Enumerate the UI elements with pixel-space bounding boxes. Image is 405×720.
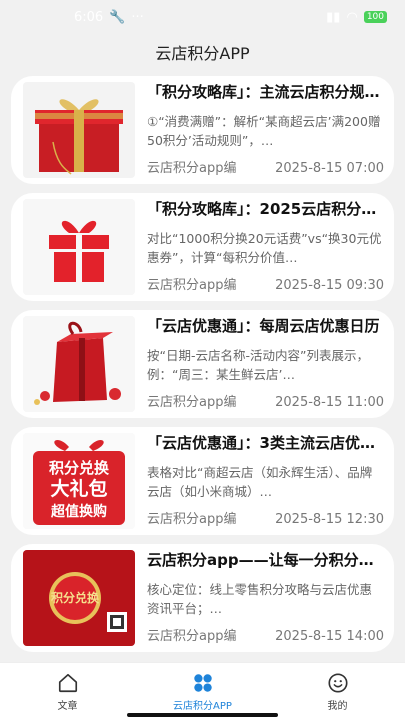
article-date: 2025-8-15 07:00 bbox=[275, 161, 384, 176]
article-title: 「积分攻略库」：2025云店积分兑换对比 bbox=[147, 200, 384, 218]
points-poster-image: 积分兑换 bbox=[23, 550, 135, 646]
tab-label: 云店积分APP bbox=[173, 700, 232, 712]
signal-icon: ▮▮ bbox=[326, 9, 341, 25]
article-card[interactable]: 「积分攻略库」：主流云店积分规则拆解 ①“消费满赠”：解析“某商超云店’满200… bbox=[11, 76, 394, 184]
article-title: 云店积分app——让每一分积分都有价值 bbox=[147, 551, 384, 569]
wrench-icon: 🔧 bbox=[109, 9, 126, 25]
article-author: 云店积分app编 bbox=[147, 161, 237, 176]
red-gift-bag-image bbox=[23, 316, 135, 412]
smile-icon bbox=[327, 672, 348, 693]
grid-icon bbox=[193, 673, 212, 692]
article-author: 云店积分app编 bbox=[147, 395, 237, 410]
tab-home-app[interactable]: 云店积分APP bbox=[135, 663, 270, 720]
article-desc: 表格对比“商超云店（如永辉生活）、品牌云店（如小米商城）… bbox=[147, 465, 373, 499]
article-desc: 对比“1000积分换20元话费”vs“换30元优惠券”，计算“每积分价值… bbox=[147, 231, 382, 265]
article-author: 云店积分app编 bbox=[147, 512, 237, 527]
tab-label: 我的 bbox=[327, 700, 348, 712]
article-author: 云店积分app编 bbox=[147, 629, 237, 644]
wifi-icon: ◠ bbox=[346, 9, 358, 25]
banner-line-2: 大礼包 bbox=[50, 477, 107, 500]
tab-articles[interactable]: 文章 bbox=[0, 663, 135, 720]
article-author: 云店积分app编 bbox=[147, 278, 237, 293]
tab-label: 文章 bbox=[57, 700, 78, 712]
article-desc: 核心定位：线上零售积分攻略与云店优惠资讯平台；… bbox=[147, 582, 373, 616]
article-card[interactable]: 积分兑换 大礼包 超值换购 「云店优惠通」：3类主流云店优惠对比 表格对比“商超… bbox=[11, 427, 394, 535]
points-exchange-banner: 积分兑换 大礼包 超值换购 bbox=[23, 433, 135, 529]
article-date: 2025-8-15 11:00 bbox=[275, 395, 384, 410]
article-title: 「积分攻略库」：主流云店积分规则拆解 bbox=[147, 83, 384, 101]
article-title: 「云店优惠通」：3类主流云店优惠对比 bbox=[147, 434, 384, 452]
more-dots-icon: ··· bbox=[131, 9, 144, 25]
status-time: 6:06 bbox=[74, 9, 104, 25]
gift-icon-image bbox=[23, 199, 135, 295]
article-desc: 按“日期-云店名称-活动内容”列表展示，例：“周三：某生鲜云店’… bbox=[147, 348, 369, 382]
article-card[interactable]: 「积分攻略库」：2025云店积分兑换对比 对比“1000积分换20元话费”vs“… bbox=[11, 193, 394, 301]
article-title: 「云店优惠通」：每周云店优惠日历 bbox=[147, 317, 380, 335]
article-date: 2025-8-15 09:30 bbox=[275, 278, 384, 293]
article-card[interactable]: 积分兑换 云店积分app——让每一分积分都有价值 核心定位：线上零售积分攻略与云… bbox=[11, 544, 394, 652]
article-date: 2025-8-15 12:30 bbox=[275, 512, 384, 527]
home-icon bbox=[58, 673, 77, 692]
article-card[interactable]: 「云店优惠通」：每周云店优惠日历 按“日期-云店名称-活动内容”列表展示，例：“… bbox=[11, 310, 394, 418]
tab-mine[interactable]: 我的 bbox=[270, 663, 405, 720]
battery-icon: 100 bbox=[363, 11, 387, 23]
article-desc: ①“消费满赠”：解析“某商超云店’满200赠50积分’活动规则”，… bbox=[147, 114, 381, 148]
home-indicator[interactable] bbox=[127, 713, 278, 717]
banner-line-1: 积分兑换 bbox=[49, 459, 110, 477]
status-bar: 6:06 🔧 ··· ▮▮ ◠ 100 bbox=[0, 0, 405, 34]
article-list: 「积分攻略库」：主流云店积分规则拆解 ①“消费满赠”：解析“某商超云店’满200… bbox=[11, 76, 394, 661]
banner-line-3: 超值换购 bbox=[50, 503, 107, 520]
poster-text: 积分兑换 bbox=[51, 590, 100, 605]
page-title: 云店积分APP bbox=[155, 44, 250, 63]
gift-box-image bbox=[23, 82, 135, 178]
article-date: 2025-8-15 14:00 bbox=[275, 629, 384, 644]
bottom-tab-bar: 文章 云店积分APP 我的 bbox=[0, 662, 405, 720]
